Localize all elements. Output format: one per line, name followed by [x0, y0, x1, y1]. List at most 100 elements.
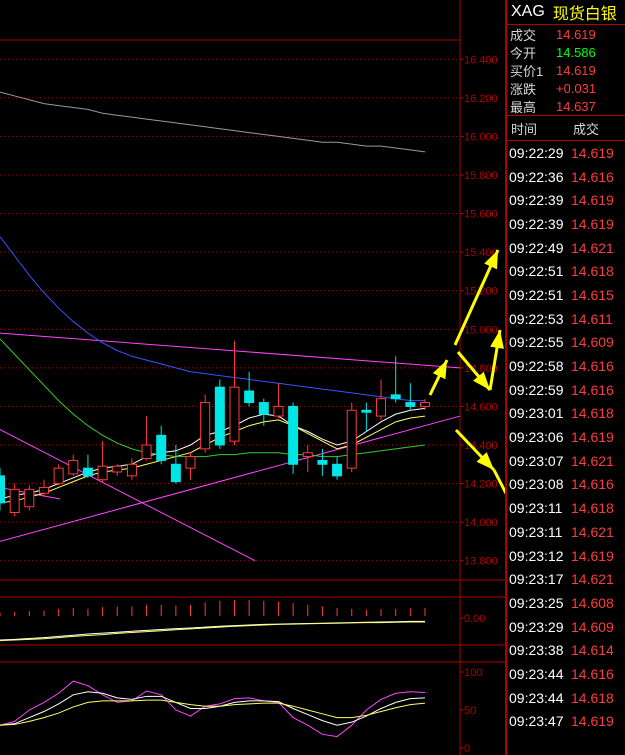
candle-body — [68, 459, 79, 475]
tick-time: 09:22:39 — [509, 192, 564, 209]
candle-body — [273, 405, 284, 417]
quote-value: 14.637 — [556, 98, 596, 114]
price-tick-label: 15.000 — [464, 324, 498, 336]
price-tick-label: 16.400 — [464, 54, 498, 66]
tick-time: 09:23:47 — [509, 713, 564, 730]
quote-row: 涨跌 +0.031 — [507, 79, 625, 97]
tick-time: 09:22:39 — [509, 215, 564, 232]
quote-value: 14.586 — [556, 44, 596, 60]
tick-price: 14.616 — [571, 476, 614, 493]
tick-row: 09:23:44 14.618 — [507, 686, 625, 710]
tick-price: 14.609 — [571, 618, 614, 635]
candle-body — [97, 465, 108, 481]
tick-row: 09:23:17 14.621 — [507, 567, 625, 591]
quote-row: 今开 14.586 — [507, 43, 625, 61]
candle-body — [82, 467, 93, 477]
quote-row: 买价1 14.619 — [507, 61, 625, 79]
candle-body — [420, 402, 430, 407]
quote-list: 成交 14.619 今开 14.586 买价1 14.619 涨跌 +0.031 最高 14.63… — [507, 25, 625, 115]
kline-chart[interactable]: 16.40016.20016.00015.80015.60015.40015.2… — [0, 0, 505, 755]
arrow-up-3-head — [432, 360, 447, 380]
candle-body — [390, 394, 401, 400]
tick-price: 14.619 — [571, 547, 614, 564]
tick-price: 14.608 — [571, 594, 614, 611]
tick-time: 09:22:53 — [509, 310, 564, 327]
oscillator-line — [0, 699, 426, 726]
tick-price: 14.621 — [571, 523, 614, 540]
osc-tick-label: 0 — [464, 743, 470, 755]
tick-time: 09:23:11 — [509, 523, 563, 540]
moving-average-line — [0, 236, 425, 402]
candle-body — [141, 444, 152, 459]
candle-body — [126, 463, 137, 477]
candle-body — [9, 488, 20, 514]
tick-row: 09:23:38 14.614 — [507, 638, 625, 662]
tick-price: 14.621 — [571, 452, 614, 469]
tick-time: 09:23:08 — [509, 476, 564, 493]
ticks-header-time: 时间 — [511, 121, 538, 137]
tick-time: 09:22:49 — [509, 239, 564, 256]
price-tick-label: 14.200 — [464, 479, 498, 491]
tick-time: 09:22:36 — [509, 168, 564, 185]
tick-price: 14.609 — [571, 334, 614, 351]
candle-body — [376, 398, 387, 417]
tick-row: 09:22:53 14.611 — [507, 307, 625, 331]
tick-row: 09:22:51 14.615 — [507, 283, 625, 307]
symbol-name: 现货白银 — [552, 6, 617, 23]
candle-body — [405, 402, 416, 407]
tick-row: 09:22:55 14.609 — [507, 331, 625, 355]
oscillator-line — [0, 680, 426, 738]
tick-price: 14.619 — [571, 144, 614, 161]
tick-time: 09:23:38 — [509, 642, 564, 659]
volume-tick-label: 0.00 — [464, 613, 485, 625]
osc-tick-label: 100 — [464, 667, 482, 679]
tick-row: 09:22:59 14.616 — [507, 378, 625, 402]
candle-body — [346, 409, 357, 469]
tick-price: 14.618 — [571, 689, 614, 706]
quote-panel: XAG 现货白银 成交 14.619 今开 14.586 买价1 14.619 涨跌 +0.0… — [505, 0, 625, 755]
tick-time: 09:22:59 — [509, 381, 564, 398]
tick-row: 09:23:11 14.621 — [507, 520, 625, 544]
tick-row: 09:22:29 14.619 — [507, 141, 625, 165]
tick-time: 09:23:29 — [509, 618, 564, 635]
tick-time: 09:23:17 — [509, 571, 564, 588]
candle-body — [170, 463, 181, 483]
candle-body — [258, 402, 269, 415]
candle-body — [317, 459, 328, 465]
tick-time: 09:23:44 — [509, 665, 564, 682]
tick-price: 14.618 — [571, 405, 614, 422]
moving-average-line — [0, 415, 426, 504]
tick-price: 14.621 — [571, 571, 614, 588]
tick-price: 14.616 — [571, 381, 614, 398]
tick-row: 09:22:39 14.619 — [507, 188, 625, 212]
tick-row: 09:22:49 14.621 — [507, 236, 625, 260]
quote-value: 14.619 — [556, 62, 596, 78]
tick-time: 09:22:29 — [509, 144, 564, 161]
tick-row: 09:22:39 14.619 — [507, 212, 625, 236]
candle-body — [38, 486, 49, 494]
tick-row: 09:23:47 14.619 — [507, 710, 625, 734]
candle-body — [156, 434, 167, 461]
candle-body — [288, 405, 299, 465]
tick-price: 14.619 — [571, 429, 614, 446]
tick-row: 09:23:06 14.619 — [507, 425, 625, 449]
tick-list[interactable]: 09:22:29 14.619 09:22:36 14.616 09:22:39 14.6… — [507, 141, 625, 733]
tick-price: 14.616 — [571, 665, 614, 682]
osc-tick-label: 50 — [464, 705, 476, 717]
tick-time: 09:22:55 — [509, 334, 564, 351]
candle-body — [229, 386, 240, 442]
tick-time: 09:23:11 — [509, 500, 563, 517]
candle-body — [361, 409, 372, 413]
candle-body — [185, 456, 196, 469]
tick-row: 09:22:51 14.618 — [507, 259, 625, 283]
price-tick-label: 13.800 — [464, 556, 498, 568]
quote-value: +0.031 — [556, 80, 597, 96]
tick-row: 09:23:08 14.616 — [507, 473, 625, 497]
tick-time: 09:23:06 — [509, 429, 564, 446]
tick-row: 09:22:36 14.616 — [507, 165, 625, 189]
chart-area[interactable]: 16.400 16.200 16.000 15.800 15.600 15.400 15.2… — [0, 0, 505, 755]
tick-time: 09:23:25 — [509, 594, 564, 611]
volume-ma-line — [0, 621, 425, 642]
candle-body — [302, 452, 313, 458]
quote-label: 今开 — [510, 45, 537, 61]
